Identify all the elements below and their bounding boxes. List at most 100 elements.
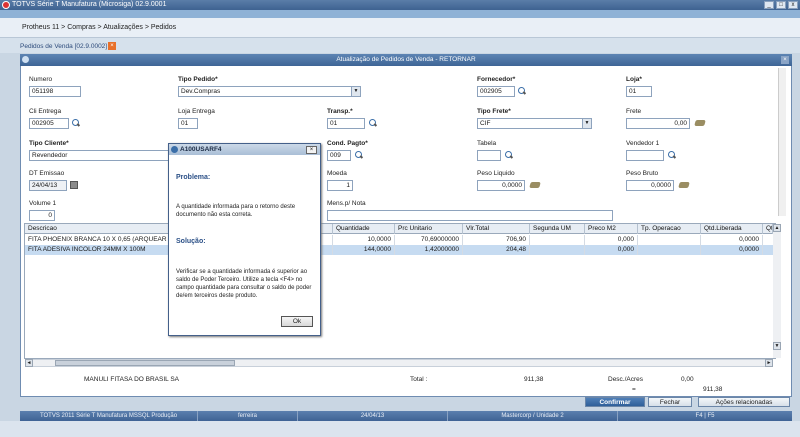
cell-vlr-total: 706,90: [463, 235, 530, 245]
loja-label: Loja*: [626, 76, 642, 83]
tipo-cliente-label: Tipo Cliente*: [29, 140, 69, 147]
calculator-icon[interactable]: [529, 182, 541, 188]
cond-pagto-field[interactable]: 009: [327, 150, 351, 161]
final-value: 911,38: [703, 386, 723, 393]
table-row[interactable]: FITA ADESIVA INCOLOR 24MM X 100M 144,000…: [25, 245, 773, 255]
scroll-up-icon[interactable]: ▲: [773, 224, 781, 232]
dialog-title: A100USARF4: [180, 146, 222, 153]
transp-label: Transp.*: [327, 108, 353, 115]
scroll-left-icon[interactable]: ◄: [25, 359, 33, 367]
col-preco-m2[interactable]: Preco M2: [585, 224, 638, 234]
form-scrollbar[interactable]: [778, 68, 786, 216]
table-row[interactable]: FITA PHOENIX BRANCA 10 X 0,65 (ARQUEAR C…: [25, 235, 773, 245]
col-prc-unitario[interactable]: Prc Unitario: [395, 224, 463, 234]
tipo-pedido-value: Dev.Compras: [181, 88, 221, 95]
tipo-cliente-select[interactable]: Revendedor: [29, 150, 171, 161]
chevron-down-icon[interactable]: ▼: [582, 119, 591, 128]
lookup-icon[interactable]: [355, 151, 363, 159]
transp-field[interactable]: 01: [327, 118, 365, 129]
breadcrumb: Protheus 11 > Compras > Atualizações > P…: [0, 18, 800, 38]
cell-preco-m2: 0,000: [585, 235, 638, 245]
top-band: [0, 10, 800, 18]
close-window-button[interactable]: x: [788, 1, 798, 9]
scroll-thumb[interactable]: [55, 360, 235, 366]
lookup-icon[interactable]: [518, 87, 526, 95]
grid-vertical-scrollbar[interactable]: [773, 224, 781, 358]
scroll-right-icon[interactable]: ►: [765, 359, 773, 367]
scroll-down-icon[interactable]: ▼: [773, 342, 781, 350]
mouse-cursor-icon: [128, 188, 133, 197]
fornecedor-field[interactable]: 002905: [477, 86, 515, 97]
moeda-field[interactable]: 1: [327, 180, 353, 191]
calendar-icon[interactable]: [70, 181, 78, 189]
grid-header: Descricao Quantidade Prc Unitario Vlr.To…: [25, 224, 773, 234]
ok-button[interactable]: Ok: [281, 316, 313, 327]
dt-emissao-field[interactable]: 24/04/13: [29, 180, 67, 191]
status-company: Mastercorp / Unidade 2: [448, 411, 618, 421]
dialog-title-bar: A100USARF4: [169, 144, 320, 155]
solucao-text: Verificar se a quantidade informada é su…: [176, 269, 312, 299]
mens-nota-field[interactable]: [327, 210, 613, 221]
form-title: Atualização de Pedidos de Venda - RETORN…: [336, 56, 476, 63]
volume1-field[interactable]: 0: [29, 210, 55, 221]
cliente-nome: MANULI FITASA DO BRASIL SA: [84, 376, 179, 383]
confirmar-button[interactable]: Confirmar: [585, 397, 645, 407]
tabela-label: Tabela: [477, 140, 497, 147]
acoes-relacionadas-button[interactable]: Ações relacionadas: [698, 397, 790, 407]
calculator-icon[interactable]: [678, 182, 690, 188]
cell-prc-unitario: 1,42000000: [395, 245, 463, 255]
cli-entrega-field[interactable]: 002905: [29, 118, 69, 129]
app-logo-icon: [2, 1, 10, 9]
col-tp-operacao[interactable]: Tp. Operacao: [638, 224, 701, 234]
numero-label: Numero: [29, 76, 53, 83]
tab-pedidos-venda[interactable]: Pedidos de Venda [02.9.0002]: [18, 41, 119, 52]
cli-entrega-label: Cli Entrega: [29, 108, 62, 115]
fornecedor-label: Fornecedor*: [477, 76, 516, 83]
tabela-field[interactable]: [477, 150, 501, 161]
close-icon[interactable]: ×: [781, 56, 789, 64]
total-label: Total :: [410, 376, 428, 383]
lookup-icon[interactable]: [668, 151, 676, 159]
tipo-pedido-select[interactable]: Dev.Compras ▼: [178, 86, 361, 97]
calculator-icon[interactable]: [694, 120, 706, 126]
col-vlr-total[interactable]: Vlr.Total: [463, 224, 530, 234]
lookup-icon[interactable]: [505, 151, 513, 159]
col-qt[interactable]: Qt: [763, 224, 773, 234]
fechar-button[interactable]: Fechar: [648, 397, 692, 407]
chevron-down-icon[interactable]: ▼: [351, 87, 360, 96]
col-quantidade[interactable]: Quantidade: [333, 224, 395, 234]
problema-title: Problema:: [176, 174, 211, 181]
close-icon[interactable]: ×: [108, 42, 116, 50]
close-icon[interactable]: ×: [306, 146, 317, 154]
dt-emissao-label: DT Emissao: [29, 170, 65, 177]
status-environment: TOTVS 2011 Série T Manufatura MSSQL Prod…: [20, 411, 198, 421]
cell-qtd-liberada: 0,0000: [701, 245, 763, 255]
frete-label: Frete: [626, 108, 642, 115]
desc-acres-label: Desc./Acres: [608, 376, 644, 383]
peso-liquido-label: Peso Liquido: [477, 170, 515, 177]
loja-entrega-field[interactable]: 01: [178, 118, 198, 129]
status-bar: TOTVS 2011 Série T Manufatura MSSQL Prod…: [20, 411, 792, 421]
col-qtd-liberada[interactable]: Qtd.Liberada: [701, 224, 763, 234]
solucao-title: Solução:: [176, 238, 206, 245]
lookup-icon[interactable]: [369, 119, 377, 127]
desc-acres-value: 0,00: [681, 376, 694, 383]
col-segunda-um[interactable]: Segunda UM: [530, 224, 585, 234]
peso-bruto-field[interactable]: 0,0000: [626, 180, 674, 191]
minimize-button[interactable]: _: [764, 1, 774, 9]
loja-field[interactable]: 01: [626, 86, 652, 97]
peso-liquido-field[interactable]: 0,0000: [477, 180, 525, 191]
vendedor1-label: Vendedor 1: [626, 140, 660, 147]
cell-segunda-um: [530, 245, 585, 255]
lookup-icon[interactable]: [72, 119, 80, 127]
cell-tp-operacao: [638, 235, 701, 245]
app-title: TOTVS Série T Manufatura (Microsiga) 02.…: [12, 1, 167, 8]
numero-field[interactable]: 051198: [29, 86, 81, 97]
cond-pagto-label: Cond. Pagto*: [327, 140, 368, 147]
vendedor1-field[interactable]: [626, 150, 664, 161]
cell-vlr-total: 204,48: [463, 245, 530, 255]
frete-field[interactable]: 0,00: [626, 118, 690, 129]
tipo-frete-select[interactable]: CIF ▼: [477, 118, 592, 129]
cell-preco-m2: 0,000: [585, 245, 638, 255]
maximize-button[interactable]: □: [776, 1, 786, 9]
